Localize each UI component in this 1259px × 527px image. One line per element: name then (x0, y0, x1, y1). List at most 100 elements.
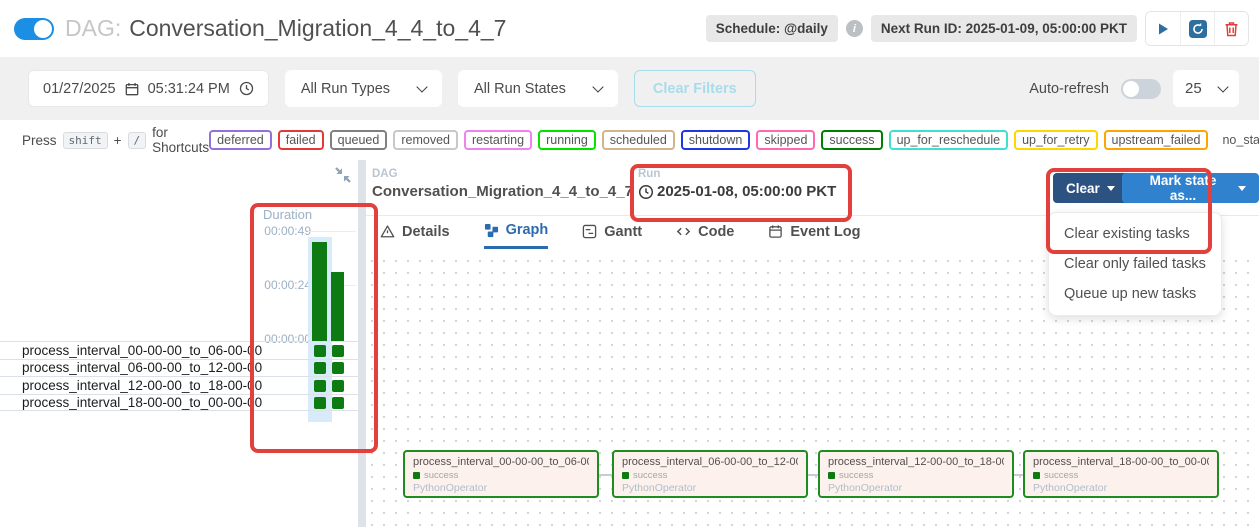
legend-badge-up-for-retry[interactable]: up_for_retry (1014, 130, 1097, 150)
time-value[interactable]: 05:31:24 PM (148, 81, 230, 97)
dag-label: DAG: (65, 15, 121, 42)
legend-badge-up-for-reschedule[interactable]: up_for_reschedule (889, 130, 1009, 150)
legend-badge-removed[interactable]: removed (393, 130, 458, 150)
node-operator: PythonOperator (1033, 482, 1209, 494)
task-instance-success[interactable] (332, 397, 344, 409)
legend-badge-upstream-failed[interactable]: upstream_failed (1104, 130, 1209, 150)
task-instance-success[interactable] (332, 345, 344, 357)
legend-badge-skipped[interactable]: skipped (756, 130, 815, 150)
top-bar-actions: Schedule: @daily i Next Run ID: 2025-01-… (706, 11, 1259, 46)
legend-badge-shutdown[interactable]: shutdown (681, 130, 751, 150)
task-instance-success[interactable] (314, 362, 326, 374)
run-types-select[interactable]: All Run Types (285, 70, 442, 107)
mark-state-button[interactable]: Mark state as... (1122, 173, 1259, 203)
node-title: process_interval_00-00-00_to_06-00-00 (413, 456, 589, 468)
delete-dag-button[interactable] (1214, 12, 1248, 45)
trash-icon (1224, 21, 1239, 37)
legend-badge-success[interactable]: success (821, 130, 882, 150)
run-id-value: 2025-01-08, 05:00:00 PKT (657, 183, 836, 200)
caret-down-icon (1107, 186, 1115, 191)
menu-item-queue-new[interactable]: Queue up new tasks (1049, 279, 1221, 309)
task-name[interactable]: process_interval_00-00-00_to_06-00-00 (22, 343, 262, 358)
axis-tick: 00:00:24 (255, 278, 311, 292)
warning-triangle-icon (380, 224, 395, 239)
page-title: Conversation_Migration_4_4_to_4_7 (129, 15, 506, 42)
table-row[interactable]: process_interval_06-00-00_to_12-00-00 (0, 359, 358, 377)
next-run-badge: Next Run ID: 2025-01-09, 05:00:00 PKT (871, 15, 1137, 42)
table-row[interactable]: process_interval_12-00-00_to_18-00-00 (0, 376, 358, 394)
mark-state-button-label: Mark state as... (1135, 173, 1231, 203)
filter-bar: 01/27/2025 05:31:24 PM All Run Types All… (0, 57, 1259, 120)
graph-icon (484, 223, 499, 238)
node-status: success (633, 470, 667, 481)
legend-badge-restarting[interactable]: restarting (464, 130, 532, 150)
page-size-select[interactable]: 25 (1173, 70, 1239, 107)
tab-graph[interactable]: Graph (484, 222, 549, 249)
shortcuts-text: for Shortcuts (152, 125, 209, 155)
clock-icon (638, 184, 654, 200)
table-row[interactable]: process_interval_18-00-00_to_00-00-00 (0, 394, 358, 412)
task-instance-success[interactable] (314, 397, 326, 409)
shortcuts-text: + (114, 133, 122, 148)
task-name[interactable]: process_interval_06-00-00_to_12-00-00 (22, 360, 262, 375)
duration-axis-title: Duration (263, 207, 312, 222)
node-operator: PythonOperator (828, 482, 1004, 494)
legend-badge-failed[interactable]: failed (278, 130, 324, 150)
tab-gantt[interactable]: Gantt (582, 222, 642, 249)
legend-badge-deferred[interactable]: deferred (209, 130, 272, 150)
refresh-icon (1189, 20, 1207, 38)
panel-resize-handle[interactable] (358, 160, 366, 527)
filter-bar-right: Auto-refresh 25 (1029, 70, 1259, 107)
duration-bar-2[interactable] (331, 272, 344, 341)
task-name[interactable]: process_interval_18-00-00_to_00-00-00 (22, 395, 262, 410)
reparse-dag-button[interactable] (1180, 12, 1214, 45)
graph-node[interactable]: process_interval_06-00-00_to_12-00-00 su… (612, 450, 808, 498)
run-states-select[interactable]: All Run States (458, 70, 618, 107)
success-status-icon (1033, 472, 1040, 479)
graph-node[interactable]: process_interval_00-00-00_to_06-00-00 su… (403, 450, 599, 498)
tab-code[interactable]: Code (676, 222, 734, 249)
chevron-down-icon (416, 81, 427, 92)
calendar-icon (125, 82, 139, 96)
auto-refresh-label: Auto-refresh (1029, 81, 1109, 97)
success-status-icon (828, 472, 835, 479)
panel-dag-block: DAG Conversation_Migration_4_4_to_4_7 (372, 168, 633, 200)
node-operator: PythonOperator (622, 482, 798, 494)
tab-label: Graph (506, 222, 549, 238)
menu-item-clear-failed[interactable]: Clear only failed tasks (1049, 249, 1221, 279)
trigger-dag-button[interactable] (1146, 12, 1180, 45)
node-status: success (839, 470, 873, 481)
clear-button-label: Clear (1066, 181, 1100, 196)
clear-button[interactable]: Clear (1053, 173, 1128, 203)
tab-label: Code (698, 224, 734, 240)
legend-badge-no-status[interactable]: no_status (1214, 130, 1259, 150)
graph-node[interactable]: process_interval_12-00-00_to_18-00-00 su… (818, 450, 1014, 498)
clear-filters-button[interactable]: Clear Filters (634, 70, 756, 107)
task-instance-success[interactable] (314, 345, 326, 357)
task-instance-success[interactable] (314, 380, 326, 392)
panel-run-block: Run 2025-01-08, 05:00:00 PKT (638, 168, 836, 200)
legend-badge-scheduled[interactable]: scheduled (602, 130, 675, 150)
auto-refresh-toggle[interactable] (1121, 79, 1161, 99)
task-name[interactable]: process_interval_12-00-00_to_18-00-00 (22, 378, 262, 393)
clear-dropdown-menu: Clear existing tasks Clear only failed t… (1048, 212, 1222, 316)
success-status-icon (413, 472, 420, 479)
task-instance-success[interactable] (332, 362, 344, 374)
base-date-picker[interactable]: 01/27/2025 05:31:24 PM (28, 70, 269, 107)
chevron-down-icon (1217, 81, 1228, 92)
task-instance-success[interactable] (332, 380, 344, 392)
collapse-panel-icon[interactable] (334, 166, 352, 189)
graph-node[interactable]: process_interval_18-00-00_to_00-00-00 su… (1023, 450, 1219, 498)
dag-pause-toggle[interactable] (14, 18, 54, 40)
schedule-badge: Schedule: @daily (706, 15, 838, 42)
duration-bar-1[interactable] (312, 242, 327, 341)
date-value[interactable]: 01/27/2025 (43, 81, 116, 97)
legend-badge-running[interactable]: running (538, 130, 596, 150)
legend-badge-queued[interactable]: queued (330, 130, 388, 150)
node-status: success (1044, 470, 1078, 481)
table-row[interactable]: process_interval_00-00-00_to_06-00-00 (0, 341, 358, 359)
tab-details[interactable]: Details (380, 222, 450, 249)
menu-item-clear-existing[interactable]: Clear existing tasks (1049, 219, 1221, 249)
success-status-icon (622, 472, 629, 479)
tab-event-log[interactable]: Event Log (768, 222, 860, 249)
